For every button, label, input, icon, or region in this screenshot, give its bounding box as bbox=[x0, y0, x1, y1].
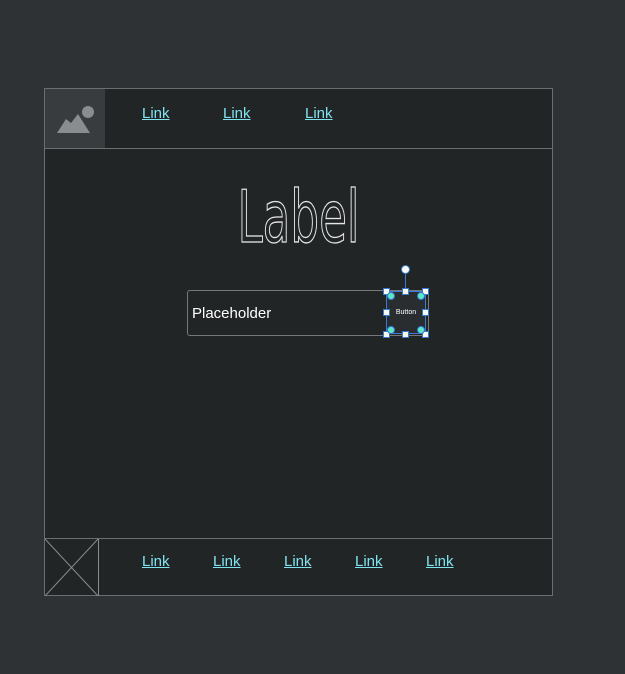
search-input[interactable] bbox=[192, 301, 382, 325]
header-link-3[interactable]: Link bbox=[305, 105, 333, 122]
corner-radius-handle-se[interactable] bbox=[417, 326, 425, 334]
selected-button-group: Button bbox=[383, 265, 429, 338]
footer-link-5[interactable]: Link bbox=[426, 553, 454, 570]
image-placeholder-x-icon bbox=[44, 538, 99, 597]
corner-radius-handle-sw[interactable] bbox=[387, 326, 395, 334]
rotate-handle[interactable] bbox=[401, 265, 410, 274]
footer-link-1[interactable]: Link bbox=[142, 553, 170, 570]
image-placeholder-icon bbox=[57, 106, 94, 133]
resize-handle-w[interactable] bbox=[383, 309, 390, 316]
corner-radius-handle-nw[interactable] bbox=[387, 292, 395, 300]
resize-handle-s[interactable] bbox=[402, 331, 409, 338]
footer-link-3[interactable]: Link bbox=[284, 553, 312, 570]
header-link-1[interactable]: Link bbox=[142, 105, 170, 122]
page-title-text: Label bbox=[238, 175, 360, 251]
header-link-2[interactable]: Link bbox=[223, 105, 251, 122]
page-title: Label bbox=[45, 171, 552, 259]
footer-image bbox=[44, 538, 99, 597]
footer-link-4[interactable]: Link bbox=[355, 553, 383, 570]
logo bbox=[45, 89, 105, 148]
resize-handle-e[interactable] bbox=[422, 309, 429, 316]
header-bar: Link Link Link bbox=[45, 89, 552, 149]
resize-handle-n[interactable] bbox=[402, 288, 409, 295]
footer-link-2[interactable]: Link bbox=[213, 553, 241, 570]
corner-radius-handle-ne[interactable] bbox=[417, 292, 425, 300]
mockup-frame: Link Link Link Label Button bbox=[44, 88, 553, 597]
footer-bar: Link Link Link Link Link bbox=[44, 538, 552, 597]
